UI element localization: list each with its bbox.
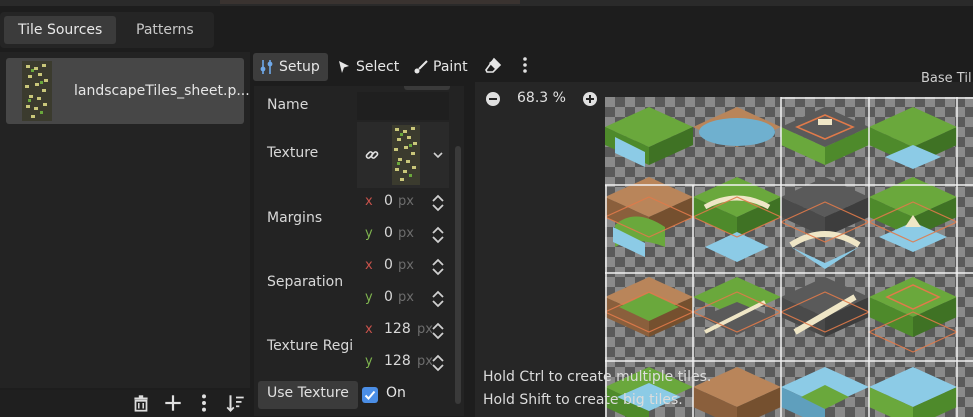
tile-source-inspector: Name Texture Margins x 0 px y 0 px Separ… <box>254 86 464 416</box>
atlas-view[interactable]: 68.3 % Hold Ctrl to create multiple tile… <box>475 82 973 417</box>
tile <box>693 107 781 147</box>
separation-x-value: 0 <box>384 257 393 273</box>
tile <box>605 177 693 257</box>
tab-patterns[interactable]: Patterns <box>122 16 208 44</box>
setup-button[interactable]: Setup <box>253 53 328 81</box>
margins-y-unit: px <box>398 226 414 241</box>
top-strip <box>0 0 973 6</box>
tile <box>869 277 957 337</box>
chevron-down-icon[interactable] <box>432 149 444 161</box>
plus-icon[interactable] <box>162 392 184 414</box>
margins-y-field[interactable]: y 0 px <box>357 220 449 250</box>
paint-brush-icon <box>414 60 428 74</box>
use-texture-checkbox[interactable] <box>362 387 378 403</box>
hint-ctrl: Hold Ctrl to create multiple tiles. <box>483 369 712 385</box>
texture-label: Texture <box>267 145 319 161</box>
name-label: Name <box>267 97 309 113</box>
select-label: Select <box>356 59 400 75</box>
zoom-level[interactable]: 68.3 % <box>517 90 566 106</box>
tile <box>869 107 957 169</box>
paint-label: Paint <box>433 59 468 75</box>
spinner-icon[interactable] <box>431 353 445 373</box>
texture-region-x-value: 128 <box>384 321 411 337</box>
eraser-icon[interactable] <box>484 57 502 75</box>
tile <box>781 107 869 165</box>
tile <box>693 177 781 262</box>
tile <box>869 367 957 417</box>
kebab-menu-icon[interactable] <box>516 56 534 76</box>
source-label: landscapeTiles_sheet.p... <box>74 83 250 99</box>
list-item[interactable]: landscapeTiles_sheet.p... <box>6 58 250 124</box>
y-axis-letter: y <box>365 290 373 305</box>
tile <box>605 277 693 337</box>
texture-preview <box>392 125 420 185</box>
tile <box>781 177 869 269</box>
x-axis-letter: x <box>365 258 373 273</box>
kebab-menu-icon[interactable] <box>193 392 215 414</box>
tab-tile-sources[interactable]: Tile Sources <box>4 16 117 44</box>
margins-x-value: 0 <box>384 193 393 209</box>
spinner-icon[interactable] <box>431 289 445 309</box>
use-texture-value: On <box>386 385 406 401</box>
sort-icon[interactable] <box>225 392 247 414</box>
select-button[interactable]: Select <box>330 53 407 81</box>
margins-x-unit: px <box>398 194 414 209</box>
separation-y-field[interactable]: y 0 px <box>357 284 449 314</box>
cursor-icon <box>339 61 349 73</box>
inspector-scrollbar[interactable] <box>455 146 461 404</box>
hint-shift: Hold Shift to create big tiles. <box>483 392 683 408</box>
x-axis-letter: x <box>365 194 373 209</box>
base-tiles-label: Base Til <box>921 71 972 86</box>
y-axis-letter: y <box>365 354 373 369</box>
source-list-toolbar <box>0 390 250 417</box>
spinner-icon[interactable] <box>431 193 445 213</box>
margins-x-field[interactable]: x 0 px <box>357 188 449 218</box>
tile <box>605 107 693 167</box>
texture-region-y-value: 128 <box>384 353 411 369</box>
tile <box>781 277 869 337</box>
margins-y-value: 0 <box>384 225 393 241</box>
link-icon[interactable] <box>364 147 380 163</box>
texture-region-label: Texture Regi <box>267 338 354 354</box>
texture-region-y-field[interactable]: y 128 px <box>357 348 449 378</box>
setup-label: Setup <box>279 59 320 75</box>
separation-x-unit: px <box>398 258 414 273</box>
separation-x-field[interactable]: x 0 px <box>357 252 449 282</box>
use-texture-row: Use Texture <box>258 381 358 409</box>
top-strip-decoration <box>220 0 520 4</box>
checkmark-icon <box>364 390 376 400</box>
y-axis-letter: y <box>365 226 373 241</box>
tile <box>869 177 957 252</box>
zoom-in-icon[interactable] <box>582 91 598 107</box>
separation-y-unit: px <box>398 290 414 305</box>
paint-button[interactable]: Paint <box>407 53 476 81</box>
tile-source-list: landscapeTiles_sheet.p... <box>0 52 250 388</box>
trash-icon[interactable] <box>130 392 152 414</box>
texture-thumbnail <box>22 61 52 121</box>
zoom-out-icon[interactable] <box>485 91 501 107</box>
use-texture-label: Use Texture <box>267 385 349 401</box>
setup-icon <box>260 60 273 74</box>
source-tabs: Tile Sources Patterns <box>0 12 214 48</box>
tile-set-toolbar: Setup Select Paint <box>250 52 973 82</box>
x-axis-letter: x <box>365 322 373 337</box>
name-field[interactable] <box>357 92 449 120</box>
texture-region-x-field[interactable]: x 128 px <box>357 316 449 346</box>
name-field-edge <box>404 86 450 90</box>
margins-label: Margins <box>267 210 323 226</box>
separation-label: Separation <box>267 274 344 290</box>
spinner-icon[interactable] <box>431 257 445 277</box>
separation-y-value: 0 <box>384 289 393 305</box>
spinner-icon[interactable] <box>431 321 445 341</box>
texture-picker[interactable] <box>357 122 449 188</box>
spinner-icon[interactable] <box>431 225 445 245</box>
tile <box>781 367 869 417</box>
